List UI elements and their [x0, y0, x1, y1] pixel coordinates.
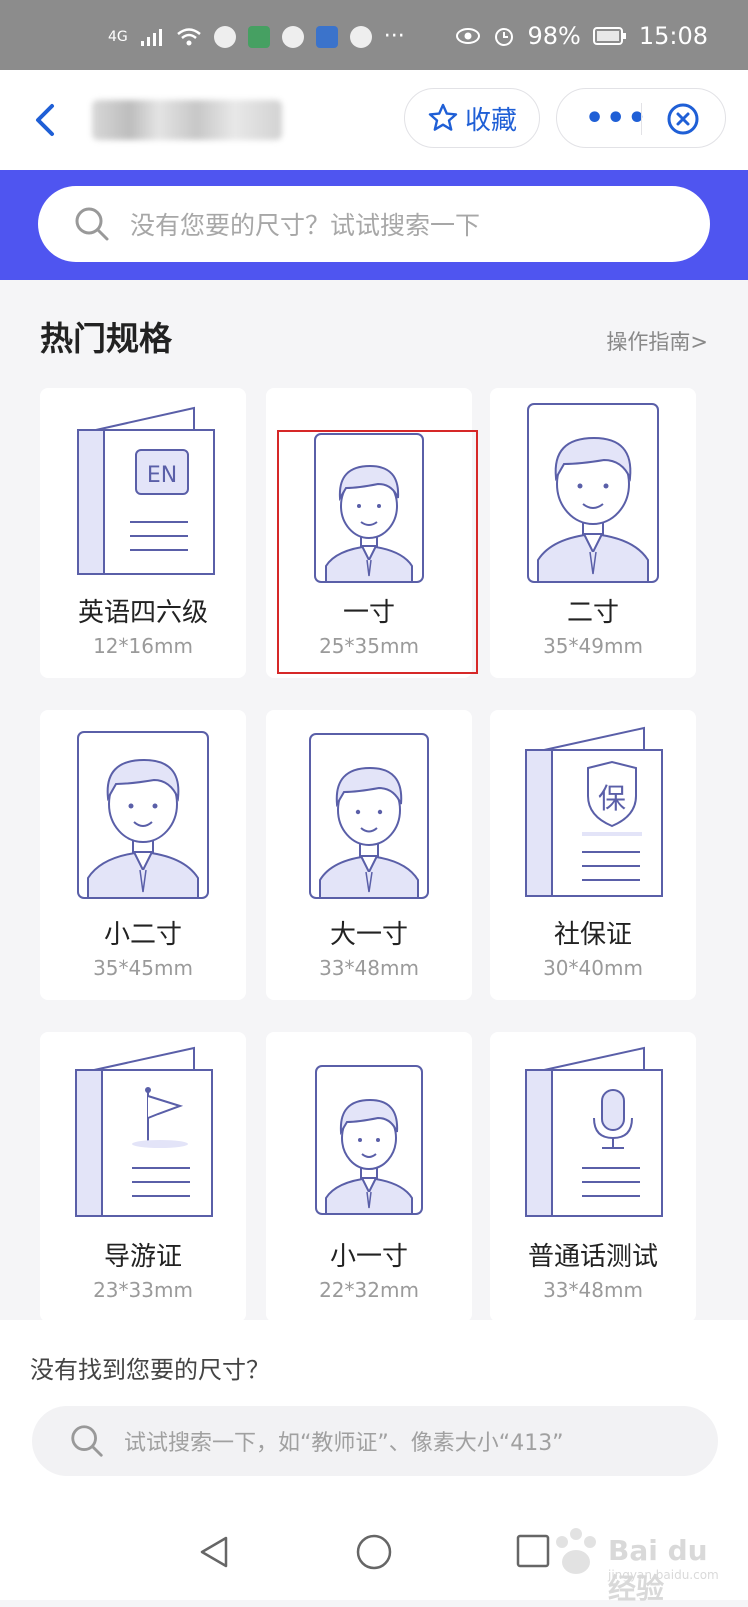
spec-size: 35*49mm	[543, 634, 643, 658]
status-bar: 4G ··· 98% 15:08	[0, 0, 748, 70]
spec-size: 33*48mm	[543, 1278, 643, 1302]
portrait-small-icon	[315, 1065, 423, 1215]
spec-size: 30*40mm	[543, 956, 643, 980]
spec-size: 35*45mm	[93, 956, 193, 980]
baidu-icon	[315, 25, 338, 48]
spec-card-social-security[interactable]: 保 社保证 30*40mm	[490, 710, 696, 1000]
spec-card-two-inch[interactable]: 二寸 35*49mm	[490, 388, 696, 678]
top-search-placeholder: 没有您要的尺寸？试试搜索一下	[130, 211, 481, 240]
favorite-label: 收藏	[464, 105, 517, 136]
more-notifications-icon: ···	[383, 24, 405, 49]
spec-name: 小一寸	[329, 1242, 408, 1272]
status-left: 4G ···	[108, 24, 405, 49]
book-mic-icon	[525, 1046, 663, 1217]
spec-size: 33*48mm	[319, 956, 419, 980]
baidu-paw-icon	[556, 1528, 596, 1574]
app-notification-icon	[213, 25, 236, 48]
watermark-url: jingyan.baidu.com	[608, 1568, 719, 1582]
capsule-divider	[641, 103, 642, 135]
star-icon	[428, 103, 458, 131]
spec-card-english[interactable]: EN 英语四六级 12*16mm	[40, 388, 246, 678]
spec-card-tour-guide[interactable]: 导游证 23*33mm	[40, 1032, 246, 1322]
favorite-button[interactable]: 收藏	[404, 88, 540, 148]
section-title: 热门规格	[40, 319, 172, 358]
portrait-large-icon	[77, 731, 209, 899]
guide-link[interactable]: 操作指南>	[606, 326, 708, 356]
bottom-search-bar[interactable]: 试试搜索一下，如“教师证”、像素大小“413”	[32, 1406, 718, 1476]
book-en-icon: EN	[77, 406, 215, 575]
spec-name: 普通话测试	[527, 1242, 658, 1272]
spec-card-small-one-inch[interactable]: 小一寸 22*32mm	[266, 1032, 472, 1322]
book-shield-icon: 保	[525, 726, 663, 897]
wechat-icon	[281, 25, 304, 48]
shield-label: 保	[598, 782, 626, 815]
spec-name: 英语四六级	[77, 598, 208, 628]
back-arrow-icon[interactable]	[28, 98, 68, 142]
spec-name: 大一寸	[329, 920, 408, 950]
spec-size: 12*16mm	[93, 634, 193, 658]
wifi-icon	[176, 27, 201, 45]
book-en-label: EN	[147, 463, 177, 488]
spec-name: 二寸	[566, 598, 619, 628]
eye-icon	[456, 28, 481, 44]
blurred-app-name	[92, 100, 282, 140]
spec-name: 小二寸	[103, 920, 182, 950]
spec-size: 23*33mm	[93, 1278, 193, 1302]
title-bar: 收藏 •••	[0, 70, 748, 170]
top-search-bar[interactable]: 没有您要的尺寸？试试搜索一下	[38, 186, 710, 262]
search-icon	[71, 1425, 103, 1457]
miniprogram-capsule: •••	[556, 88, 726, 148]
close-miniprogram-icon[interactable]	[665, 101, 701, 137]
portrait-medium-icon	[309, 733, 429, 899]
spec-card-large-one-inch[interactable]: 大一寸 33*48mm	[266, 710, 472, 1000]
spec-size: 22*32mm	[319, 1278, 419, 1302]
spec-card-mandarin-test[interactable]: 普通话测试 33*48mm	[490, 1032, 696, 1322]
spec-name: 社保证	[553, 920, 632, 950]
book-flag-icon	[75, 1046, 213, 1217]
bottom-search-placeholder: 试试搜索一下，如“教师证”、像素大小“413”	[124, 1431, 564, 1456]
signal-icon	[140, 28, 162, 46]
baidu-jingyan-watermark: Bai du 经验 jingyan.baidu.com	[548, 1510, 728, 1605]
battery-percent: 98%	[527, 22, 581, 50]
search-banner: 没有您要的尺寸？试试搜索一下	[0, 170, 748, 280]
network-label: 4G	[108, 28, 128, 45]
spec-name: 导游证	[103, 1242, 182, 1272]
nav-home-icon[interactable]	[354, 1532, 394, 1572]
clock-time: 15:08	[638, 22, 708, 50]
selection-highlight	[277, 430, 478, 674]
battery-icon	[592, 27, 626, 45]
search-icon	[75, 207, 109, 241]
status-right: 98% 15:08	[455, 22, 708, 50]
qq-icon	[349, 25, 372, 48]
app-notification-icon	[247, 25, 270, 48]
alarm-icon	[495, 28, 514, 46]
more-menu-icon[interactable]: •••	[585, 104, 649, 134]
not-found-prompt: 没有找到您要的尺寸？	[30, 1356, 270, 1384]
portrait-large-icon	[527, 403, 659, 583]
spec-card-small-two-inch[interactable]: 小二寸 35*45mm	[40, 710, 246, 1000]
nav-back-icon[interactable]	[196, 1532, 232, 1572]
nav-recents-icon[interactable]	[514, 1532, 552, 1570]
